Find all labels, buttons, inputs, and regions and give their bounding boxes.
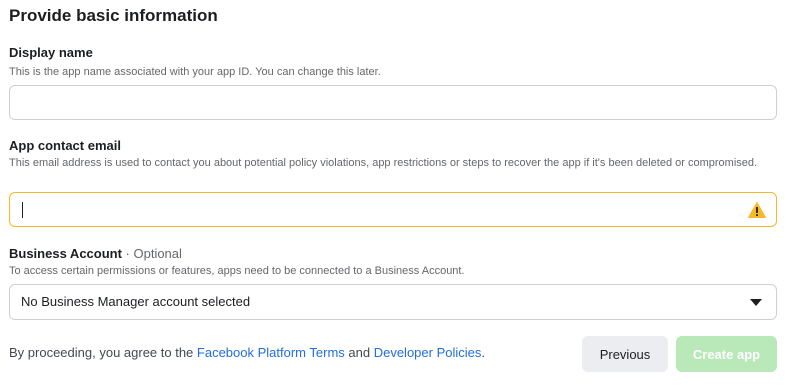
chevron-down-icon [750,299,762,306]
platform-terms-link[interactable]: Facebook Platform Terms [197,345,345,360]
display-name-label: Display name [9,45,93,60]
page-title: Provide basic information [9,6,218,25]
agreement-text: By proceeding, you agree to the Facebook… [9,345,485,360]
warning-icon [748,202,766,218]
previous-button[interactable]: Previous [582,336,668,372]
business-account-label: Business Account · Optional [9,246,182,261]
contact-email-help: This email address is used to contact yo… [9,157,758,169]
business-account-select[interactable]: No Business Manager account selected [9,284,777,320]
contact-email-label: App contact email [9,138,121,153]
create-app-button[interactable]: Create app [676,336,777,372]
optional-tag: · Optional [121,246,182,261]
display-name-input[interactable] [9,85,777,120]
business-account-selected: No Business Manager account selected [21,294,251,309]
contact-email-input[interactable] [9,192,777,227]
business-account-help: To access certain permissions or feature… [9,265,465,277]
developer-policies-link[interactable]: Developer Policies [374,345,482,360]
display-name-help: This is the app name associated with you… [9,66,381,78]
text-caret [22,202,23,218]
